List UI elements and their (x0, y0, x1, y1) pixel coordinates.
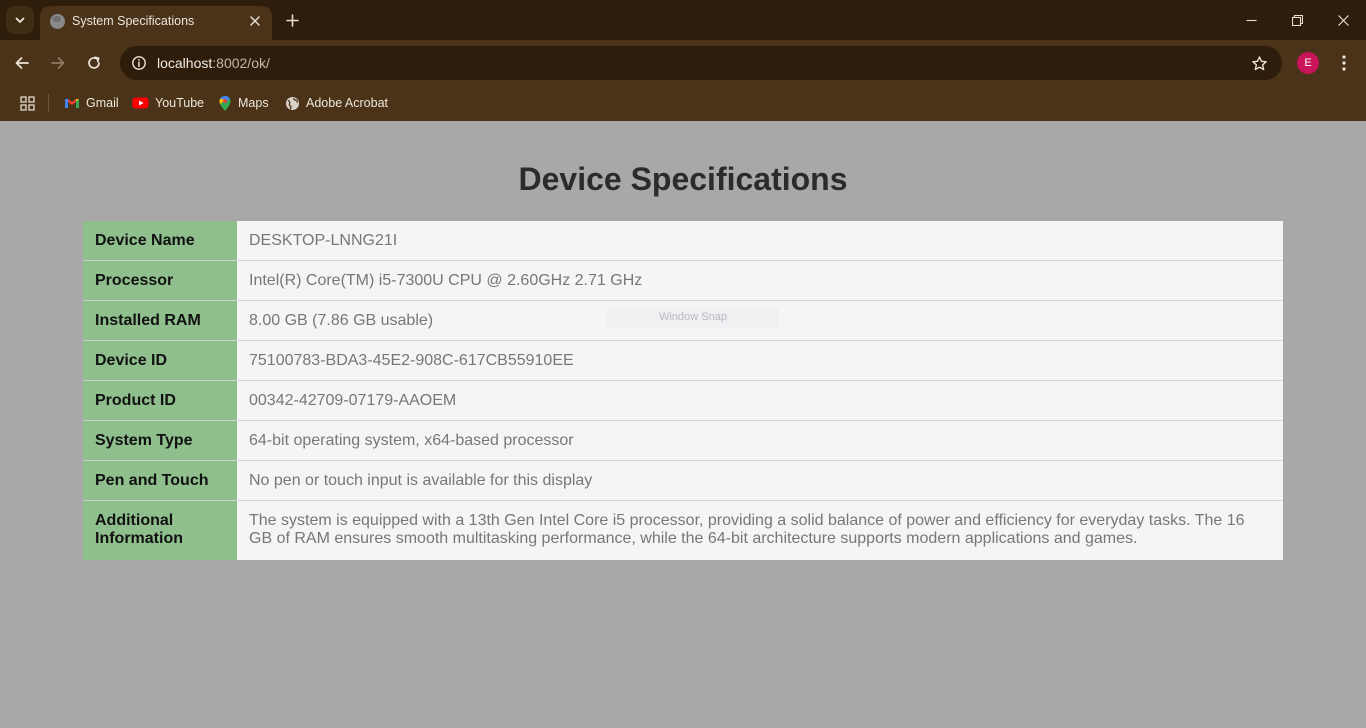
star-icon (1251, 55, 1267, 70)
spec-row: Additional Information The system is equ… (83, 500, 1283, 560)
spec-value: The system is equipped with a 13th Gen I… (237, 500, 1283, 560)
maps-icon (219, 95, 231, 111)
spec-label: Additional Information (83, 500, 237, 560)
spec-label: Processor (83, 260, 237, 301)
plus-icon (285, 13, 299, 27)
spec-value: 64-bit operating system, x64-based proce… (237, 420, 1283, 461)
reload-button[interactable] (78, 47, 110, 79)
minimize-icon (1246, 19, 1256, 21)
spec-value: DESKTOP-LNNG21I (237, 221, 1283, 261)
arrow-left-icon (15, 57, 29, 69)
forward-button[interactable] (42, 47, 74, 79)
globe-icon (50, 14, 65, 29)
spec-row: Processor Intel(R) Core(TM) i5-7300U CPU… (83, 260, 1283, 301)
chevron-down-icon (15, 17, 25, 23)
bookmark-maps-label: Maps (238, 96, 269, 110)
address-bar[interactable]: localhost:8002/ok/ (120, 46, 1282, 80)
apps-button[interactable] (16, 92, 38, 114)
url-path: :8002/ok/ (212, 55, 270, 71)
spec-label: Pen and Touch (83, 460, 237, 501)
restore-button[interactable] (1274, 0, 1320, 40)
specs-table: Device Name DESKTOP-LNNG21I Processor In… (83, 221, 1283, 560)
youtube-icon (132, 97, 149, 109)
close-window-button[interactable] (1320, 0, 1366, 40)
spec-row: Pen and Touch No pen or touch input is a… (83, 460, 1283, 501)
browser-menu-button[interactable] (1332, 50, 1356, 76)
restore-icon (1291, 14, 1303, 26)
tab-strip: System Specifications (0, 0, 1366, 40)
minimize-button[interactable] (1228, 0, 1274, 40)
arrow-right-icon (51, 57, 65, 69)
tab-close-button[interactable] (246, 12, 264, 30)
spec-value: 00342-42709-07179-AAOEM (237, 380, 1283, 421)
tab-search-button[interactable] (6, 6, 34, 34)
tab-title: System Specifications (72, 14, 195, 28)
back-button[interactable] (6, 47, 38, 79)
reload-icon (88, 56, 100, 69)
spec-label: System Type (83, 420, 237, 461)
bookmark-gmail[interactable]: Gmail (64, 91, 119, 115)
profile-avatar[interactable]: E (1297, 52, 1319, 74)
spec-label: Product ID (83, 380, 237, 421)
spec-label: Device Name (83, 221, 237, 261)
bookmarks-bar: Gmail YouTube Maps Adobe Acrobat (0, 86, 1366, 121)
gmail-icon (65, 99, 79, 108)
bookmarks-separator (48, 94, 49, 112)
more-vertical-icon (1342, 55, 1346, 71)
spec-label: Device ID (83, 340, 237, 381)
bookmark-gmail-label: Gmail (86, 96, 119, 110)
apps-grid-icon (19, 95, 35, 111)
window-snap-overlay: Window Snap (607, 307, 779, 328)
url-host: localhost (157, 55, 213, 71)
active-tab[interactable]: System Specifications (40, 6, 272, 40)
bookmark-youtube[interactable]: YouTube (132, 91, 204, 115)
spec-row: Product ID 00342-42709-07179-AAOEM (83, 380, 1283, 421)
bookmark-star-button[interactable] (1248, 52, 1270, 74)
spec-value: No pen or touch input is available for t… (237, 460, 1283, 501)
page-content: Device Specifications Device Name DESKTO… (0, 121, 1366, 728)
spec-label: Installed RAM (83, 300, 237, 341)
url-text: localhost:8002/ok/ (157, 55, 270, 71)
globe-icon (286, 96, 299, 110)
bookmark-maps[interactable]: Maps (218, 91, 269, 115)
new-tab-button[interactable] (280, 8, 304, 32)
close-icon (250, 16, 260, 26)
bookmark-youtube-label: YouTube (155, 96, 205, 110)
site-info-button[interactable] (127, 51, 151, 75)
spec-value: Intel(R) Core(TM) i5-7300U CPU @ 2.60GHz… (237, 260, 1283, 301)
page-title: Device Specifications (518, 161, 848, 197)
spec-row: System Type 64-bit operating system, x64… (83, 420, 1283, 461)
browser-toolbar: localhost:8002/ok/ E (0, 40, 1366, 86)
bookmark-adobe-acrobat[interactable]: Adobe Acrobat (285, 91, 388, 115)
bookmark-adobe-acrobat-label: Adobe Acrobat (306, 96, 389, 110)
spec-row: Device Name DESKTOP-LNNG21I (83, 221, 1283, 261)
close-icon (1337, 14, 1349, 26)
spec-row: Device ID 75100783-BDA3-45E2-908C-617CB5… (83, 340, 1283, 381)
info-icon (132, 56, 146, 70)
spec-value: 75100783-BDA3-45E2-908C-617CB55910EE (237, 340, 1283, 381)
